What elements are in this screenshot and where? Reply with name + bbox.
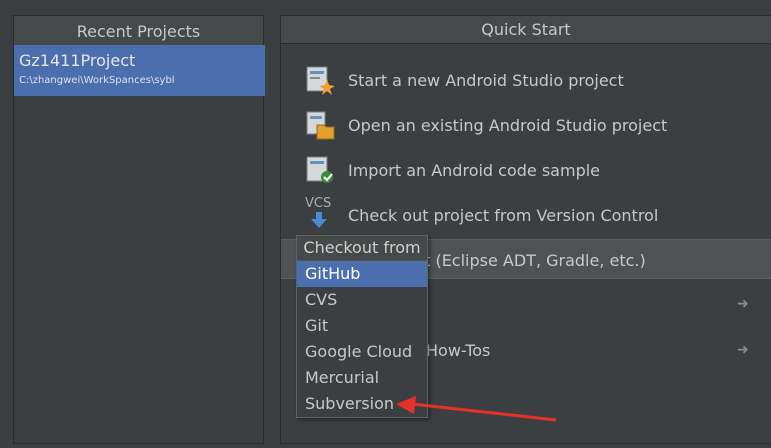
docs-arrow-icon[interactable]: ➜ [737,342,749,358]
quick-start-title: Quick Start [281,16,771,44]
docs-how-tos-action[interactable]: How-Tos [426,332,490,368]
import-project-action[interactable]: ject (Eclipse ADT, Gradle, etc.) [401,242,646,278]
configure-arrow-icon[interactable]: ➜ [737,296,749,312]
welcome-window: Recent Projects Gz1411Project C:\zhangwe… [0,0,771,448]
open-existing-project-label: Open an existing Android Studio project [348,115,668,135]
docs-how-tos-label: How-Tos [426,340,491,360]
recent-projects-panel: Recent Projects Gz1411Project C:\zhangwe… [13,15,265,444]
recent-project-path: C:\zhangwei\WorkSpances\sybl [19,75,175,86]
import-code-sample-action[interactable]: Import an Android code sample [305,152,600,188]
checkout-vcs-label: Check out project from Version Control [348,205,659,225]
recent-project-item[interactable]: Gz1411Project C:\zhangwei\WorkSpances\sy… [14,45,265,96]
checkout-option-github[interactable]: GitHub [297,261,427,287]
open-project-icon [305,110,335,140]
checkout-option-google-cloud[interactable]: Google Cloud [297,339,427,365]
vcs-icon: VCS [305,196,335,230]
open-existing-project-action[interactable]: Open an existing Android Studio project [305,107,667,143]
import-code-sample-label: Import an Android code sample [348,160,601,180]
new-project-icon [305,65,335,95]
start-new-project-action[interactable]: Start a new Android Studio project [305,62,624,98]
start-new-project-label: Start a new Android Studio project [348,70,624,90]
checkout-option-subversion[interactable]: Subversion [297,391,427,417]
checkout-from-popup: Checkout from GitHub CVS Git Google Clou… [296,235,428,418]
checkout-popup-title: Checkout from [297,236,427,261]
import-project-label: ject (Eclipse ADT, Gradle, etc.) [401,250,646,270]
recent-project-name: Gz1411Project [19,51,136,70]
checkout-option-git[interactable]: Git [297,313,427,339]
recent-projects-title: Recent Projects [14,16,263,46]
checkout-vcs-action[interactable]: VCS Check out project from Version Contr… [305,196,659,233]
checkout-option-mercurial[interactable]: Mercurial [297,365,427,391]
checkout-option-cvs[interactable]: CVS [297,287,427,313]
import-sample-icon [305,155,335,185]
